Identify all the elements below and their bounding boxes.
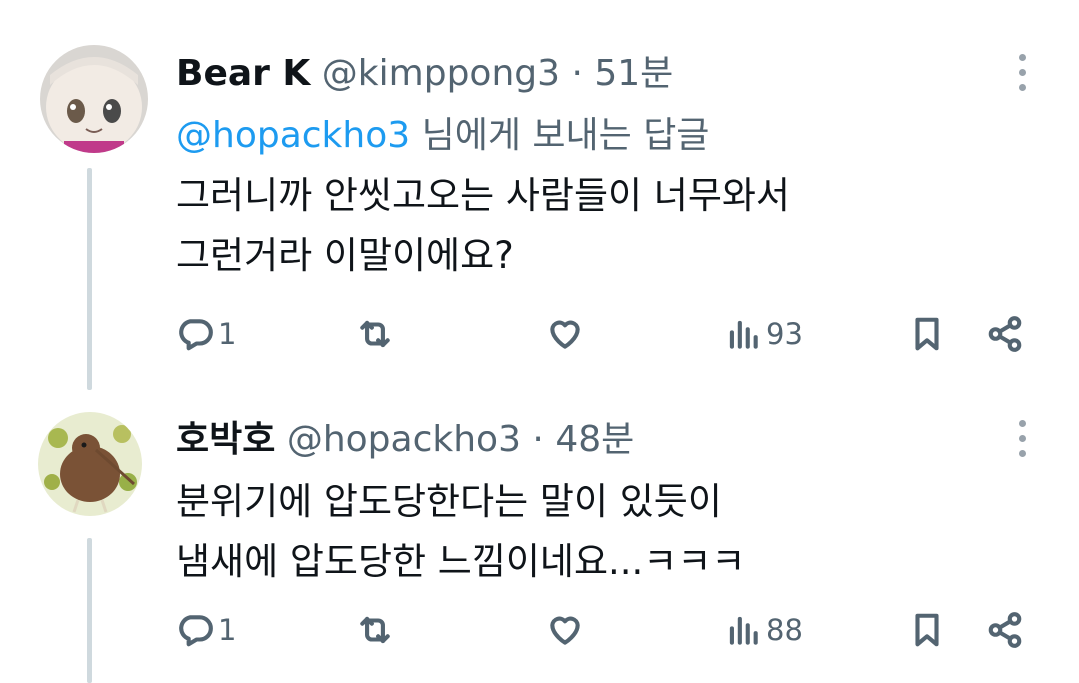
action-bar: 1 93	[176, 312, 1036, 356]
timestamp[interactable]: 48분	[555, 419, 634, 460]
bookmark-icon	[915, 317, 939, 351]
retweet-button[interactable]	[356, 608, 394, 652]
bookmark-button[interactable]	[908, 608, 946, 652]
reply-icon	[179, 615, 213, 647]
reply-icon	[179, 319, 213, 351]
views-button[interactable]: 93	[724, 312, 803, 356]
avatar-image	[40, 45, 148, 153]
view-count: 88	[766, 613, 803, 647]
thread-line	[87, 538, 92, 683]
avatar-image	[38, 412, 142, 516]
reply-count: 1	[218, 317, 237, 351]
thread-line	[87, 168, 92, 390]
avatar[interactable]	[38, 412, 142, 516]
views-button[interactable]: 88	[724, 608, 803, 652]
share-icon	[988, 612, 1022, 648]
share-icon	[988, 316, 1022, 352]
views-icon	[729, 616, 758, 645]
retweet-icon	[360, 320, 390, 348]
retweet-icon	[360, 616, 390, 644]
view-count: 93	[766, 317, 803, 351]
reply-button[interactable]: 1	[176, 312, 236, 356]
handle[interactable]: @hopackho3	[287, 419, 521, 460]
tweet-text: 분위기에 압도당한다는 말이 있듯이 냄새에 압도당한 느낌이네요...ㅋㅋㅋ	[176, 480, 746, 583]
retweet-button[interactable]	[356, 312, 394, 356]
display-name[interactable]: Bear K	[176, 53, 310, 94]
reply-to-suffix: 님에게 보내는 답글	[410, 115, 710, 156]
display-name[interactable]: 호박호	[176, 419, 275, 460]
like-button[interactable]	[546, 608, 584, 652]
more-icon[interactable]	[1019, 420, 1029, 457]
tweet-text: 그러니까 안씻고오는 사람들이 너무와서 그런거라 이말이에요?	[176, 174, 790, 277]
share-button[interactable]	[986, 312, 1024, 356]
tweet-header: Bear K @kimppong3 · 51분	[176, 44, 673, 96]
action-bar: 1 88	[176, 608, 1036, 652]
reply-button[interactable]: 1	[176, 608, 236, 652]
reply-to-mention[interactable]: @hopackho3	[176, 115, 410, 156]
reply-count: 1	[218, 613, 237, 647]
handle[interactable]: @kimppong3	[322, 53, 560, 94]
share-button[interactable]	[986, 608, 1024, 652]
tweet[interactable]: 호박호 @hopackho3 · 48분 분위기에 압도당한다는 말이 있듯이 …	[0, 390, 1079, 683]
reply-to-line: @hopackho3 님에게 보내는 답글	[176, 106, 709, 158]
like-icon	[550, 320, 580, 349]
bookmark-icon	[915, 613, 939, 647]
timestamp[interactable]: 51분	[594, 53, 673, 94]
separator: ·	[571, 53, 583, 94]
avatar[interactable]	[40, 45, 148, 153]
separator: ·	[532, 419, 544, 460]
tweet-header: 호박호 @hopackho3 · 48분	[176, 410, 634, 462]
views-icon	[729, 320, 758, 349]
bookmark-button[interactable]	[908, 312, 946, 356]
like-button[interactable]	[546, 312, 584, 356]
tweet[interactable]: Bear K @kimppong3 · 51분 @hopackho3 님에게 보…	[0, 0, 1079, 390]
more-icon[interactable]	[1019, 54, 1029, 91]
like-icon	[550, 616, 580, 645]
